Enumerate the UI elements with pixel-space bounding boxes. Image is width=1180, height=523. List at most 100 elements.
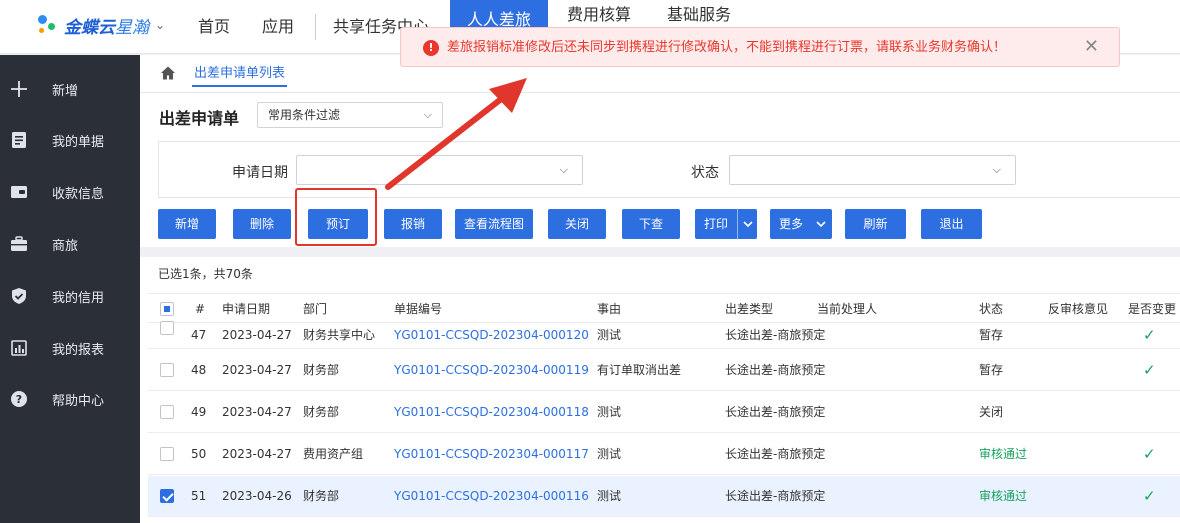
row-status: 审核通过 xyxy=(979,447,1028,461)
row-travel-type: 长途出差-商旅预定 xyxy=(725,405,826,419)
row-checkbox[interactable] xyxy=(160,447,174,461)
refresh-button[interactable]: 刷新 xyxy=(845,209,906,239)
add-button[interactable]: 新增 xyxy=(158,209,216,239)
row-department: 财务部 xyxy=(303,489,340,503)
row-document-link[interactable]: YG0101-CCSQD-202304-000116 xyxy=(394,476,589,517)
table-row[interactable]: 48 2023-04-27 财务部 YG0101-CCSQD-202304-00… xyxy=(148,350,1180,391)
sidebar-item-payment-info[interactable]: 收款信息 xyxy=(0,172,140,212)
row-status: 暂存 xyxy=(979,363,1004,377)
sidebar-item-label: 帮助中心 xyxy=(52,393,105,409)
row-document-link[interactable]: YG0101-CCSQD-202304-000118 xyxy=(394,392,589,433)
row-status: 关闭 xyxy=(979,405,1004,419)
view-flowchart-button[interactable]: 查看流程图 xyxy=(455,209,533,239)
print-button-label: 打印 xyxy=(704,217,729,231)
delete-button[interactable]: 删除 xyxy=(233,209,291,239)
sidebar-item-label: 新增 xyxy=(52,83,79,99)
document-icon xyxy=(10,131,28,149)
check-icon: ✓ xyxy=(1143,487,1156,505)
brand-logo-icon xyxy=(36,13,60,37)
column-header[interactable]: 反审核意见 xyxy=(1048,294,1108,324)
main-content: 出差申请单列表 出差申请单 常用条件过滤 ⌵ 申请日期 ⌵ 状态 ⌵ 新增 删除… xyxy=(140,55,1180,523)
page-title: 出差申请单 xyxy=(159,109,240,128)
nav-apps[interactable]: 应用 xyxy=(262,0,294,54)
row-document-link[interactable]: YG0101-CCSQD-202304-000119 xyxy=(394,350,589,391)
row-checkbox[interactable] xyxy=(160,363,174,377)
filter-scheme-value: 常用条件过滤 xyxy=(268,108,341,122)
sidebar-item-add[interactable]: 新增 xyxy=(0,69,140,109)
reimburse-button[interactable]: 报销 xyxy=(384,209,442,239)
sidebar-item-my-documents[interactable]: 我的单据 xyxy=(0,120,140,160)
svg-text:?: ? xyxy=(16,393,22,406)
row-department: 财务部 xyxy=(303,363,340,377)
wallet-icon xyxy=(10,183,28,201)
sidebar: 新增 我的单据 收款信息 商旅 我的信用 我的报表 ? 帮助中心 xyxy=(0,55,140,523)
sidebar-item-label: 我的信用 xyxy=(52,290,105,306)
error-toast: ! 差旅报销标准修改后还未同步到携程进行修改确认，不能到携程进行订票，请联系业务… xyxy=(400,27,1120,67)
chevron-down-icon[interactable] xyxy=(737,209,757,239)
row-number: 50 xyxy=(191,447,207,461)
filter-scheme-select[interactable]: 常用条件过滤 ⌵ xyxy=(257,102,443,128)
row-number: 49 xyxy=(191,405,207,419)
shield-icon xyxy=(10,287,28,305)
brand-logo[interactable]: 金蝶云星瀚 ⌄ xyxy=(36,12,165,38)
date-filter-label: 申请日期 xyxy=(232,165,288,181)
row-reason: 有订单取消出差 xyxy=(597,363,682,377)
more-button[interactable]: 更多 xyxy=(770,209,832,239)
close-button[interactable]: 关闭 xyxy=(548,209,606,239)
sidebar-item-label: 商旅 xyxy=(52,238,79,254)
row-checkbox[interactable] xyxy=(160,489,174,503)
chevron-down-icon[interactable]: ⌄ xyxy=(155,18,165,32)
row-date: 2023-04-27 xyxy=(222,363,292,377)
row-document-link[interactable]: YG0101-CCSQD-202304-000117 xyxy=(394,434,589,475)
sidebar-item-label: 收款信息 xyxy=(52,186,105,202)
row-reason: 测试 xyxy=(597,447,622,461)
status-filter-input[interactable]: ⌵ xyxy=(729,155,1016,185)
row-reason: 测试 xyxy=(597,405,622,419)
table-row[interactable]: 50 2023-04-27 费用资产组 YG0101-CCSQD-202304-… xyxy=(148,434,1180,475)
row-date: 2023-04-27 xyxy=(222,447,292,461)
row-status: 审核通过 xyxy=(979,489,1028,503)
row-checkbox[interactable] xyxy=(160,321,174,335)
sidebar-item-business-travel[interactable]: 商旅 xyxy=(0,224,140,264)
toast-message: 差旅报销标准修改后还未同步到携程进行修改确认，不能到携程进行订票，请联系业务财务… xyxy=(447,40,1007,55)
row-number: 51 xyxy=(191,489,207,503)
row-travel-type: 长途出差-商旅预定 xyxy=(725,489,826,503)
annotation-highlight-box xyxy=(295,188,377,246)
row-date: 2023-04-26 xyxy=(222,489,292,503)
selection-info: 已选1条，共70条 xyxy=(158,267,253,281)
sidebar-item-label: 我的报表 xyxy=(52,342,105,358)
nav-divider xyxy=(315,14,316,40)
row-department: 费用资产组 xyxy=(303,447,364,461)
check-icon: ✓ xyxy=(1143,445,1156,463)
tab-travel-request-list[interactable]: 出差申请单列表 xyxy=(192,61,288,87)
date-filter-input[interactable]: ⌵ xyxy=(296,155,583,185)
plus-icon xyxy=(10,80,28,98)
chevron-down-icon: ⌵ xyxy=(992,163,1001,176)
select-all-checkbox[interactable] xyxy=(160,302,174,316)
exit-button[interactable]: 退出 xyxy=(921,209,982,239)
table-row[interactable]: 47 2023-04-27 财务共享中心 YG0101-CCSQD-202304… xyxy=(148,321,1180,349)
row-number: 48 xyxy=(191,363,207,377)
sidebar-item-label: 我的单据 xyxy=(52,134,105,150)
row-travel-type: 长途出差-商旅预定 xyxy=(725,363,826,377)
home-icon[interactable] xyxy=(160,65,176,85)
chevron-down-icon: ⌵ xyxy=(559,163,568,176)
report-icon xyxy=(10,339,28,357)
nav-home[interactable]: 首页 xyxy=(198,0,230,54)
row-reason: 测试 xyxy=(597,489,622,503)
table-row[interactable]: 49 2023-04-27 财务部 YG0101-CCSQD-202304-00… xyxy=(148,392,1180,433)
print-button[interactable]: 打印 xyxy=(695,209,757,239)
row-date: 2023-04-27 xyxy=(222,405,292,419)
close-icon[interactable]: ✕ xyxy=(1084,28,1099,66)
sidebar-item-my-credit[interactable]: 我的信用 xyxy=(0,276,140,316)
sidebar-item-my-reports[interactable]: 我的报表 xyxy=(0,328,140,368)
column-header[interactable]: 当前处理人 xyxy=(817,294,877,324)
table-row[interactable]: 51 2023-04-26 财务部 YG0101-CCSQD-202304-00… xyxy=(148,476,1180,517)
row-travel-type: 长途出差-商旅预定 xyxy=(725,447,826,461)
drill-down-button[interactable]: 下查 xyxy=(622,209,680,239)
brand-name: 金蝶云星瀚 xyxy=(64,17,149,38)
row-checkbox[interactable] xyxy=(160,405,174,419)
chevron-down-icon xyxy=(813,209,829,250)
section-divider xyxy=(140,247,1180,257)
sidebar-item-help-center[interactable]: ? 帮助中心 xyxy=(0,379,140,419)
